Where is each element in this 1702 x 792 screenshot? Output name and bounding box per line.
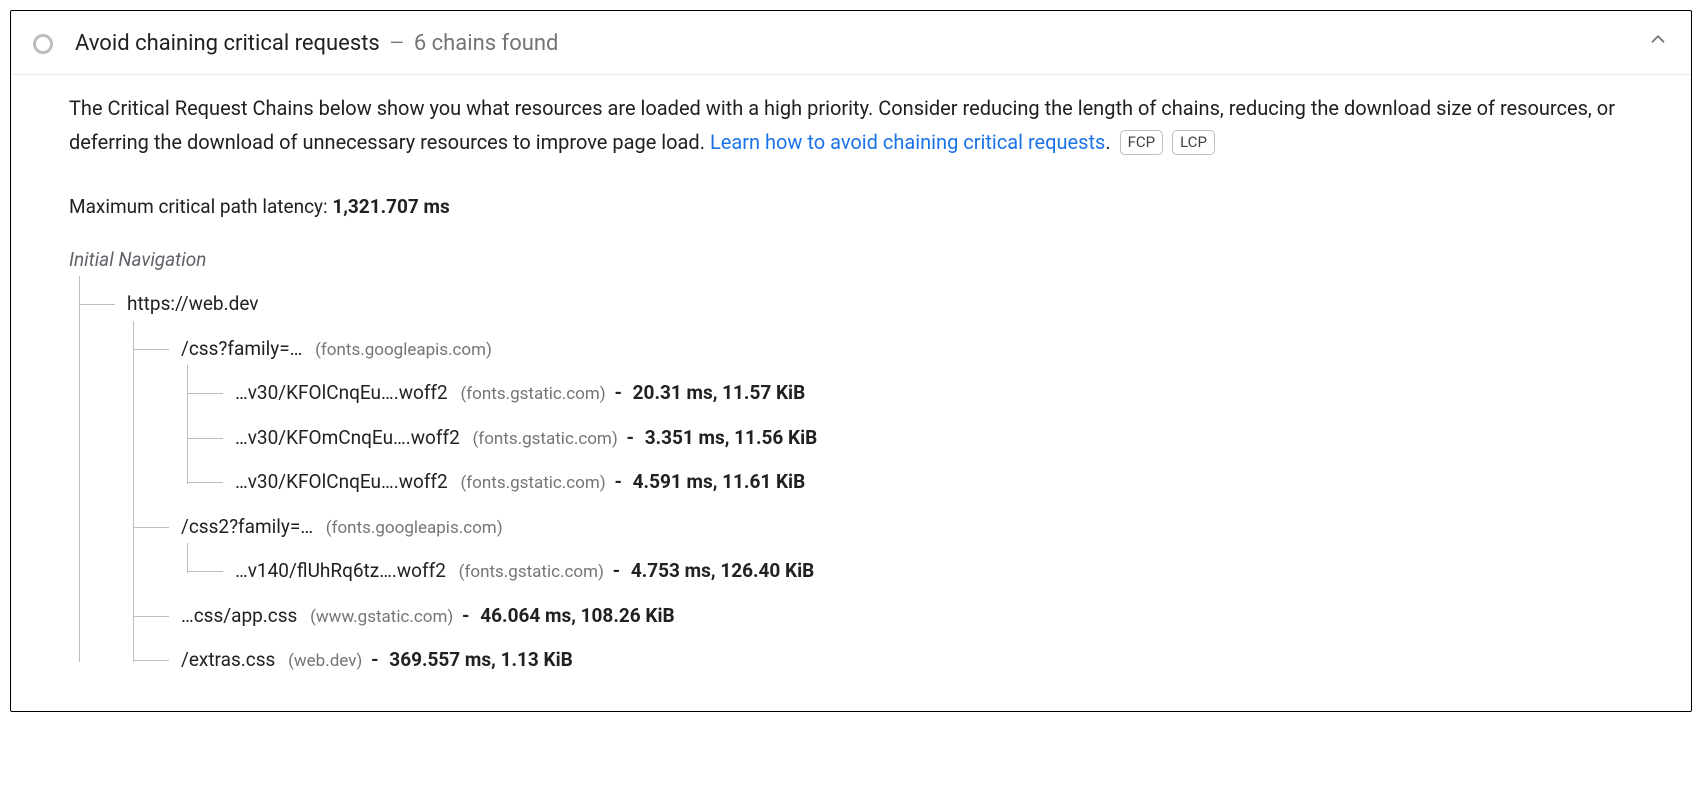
tree-host: (fonts.googleapis.com) bbox=[315, 340, 492, 360]
tree-path: …css/app.css bbox=[181, 604, 297, 627]
tree-row: …css/app.css (www.gstatic.com) - 46.064 … bbox=[133, 594, 1667, 639]
tree-host: (web.dev) bbox=[288, 651, 362, 671]
tree-host: (fonts.gstatic.com) bbox=[459, 562, 604, 582]
stats-dash: - bbox=[614, 470, 626, 493]
tree-path: https://web.dev bbox=[127, 292, 258, 315]
max-latency-label: Maximum critical path latency: bbox=[69, 195, 332, 218]
description-tail: . bbox=[1105, 130, 1110, 154]
tree-row: /css?family=… (fonts.googleapis.com) bbox=[133, 327, 1667, 372]
audit-body: The Critical Request Chains below show y… bbox=[11, 75, 1691, 711]
audit-description: The Critical Request Chains below show y… bbox=[69, 91, 1667, 159]
tree-row: /css2?family=… (fonts.googleapis.com) bbox=[133, 505, 1667, 550]
tree-path: …v30/KFOmCnqEu….woff2 bbox=[235, 426, 460, 449]
tree-stats: 4.591 ms, 11.61 KiB bbox=[633, 470, 806, 493]
stats-dash: - bbox=[626, 426, 638, 449]
chevron-up-icon[interactable] bbox=[1647, 28, 1669, 58]
tree-host: (www.gstatic.com) bbox=[310, 607, 453, 627]
tree-host: (fonts.gstatic.com) bbox=[460, 384, 605, 404]
title-separator: — bbox=[390, 30, 404, 57]
tree-host: (fonts.gstatic.com) bbox=[472, 429, 617, 449]
request-chain-tree: https://web.dev /css?family=… (fonts.goo… bbox=[69, 282, 1667, 683]
learn-more-link[interactable]: Learn how to avoid chaining critical req… bbox=[710, 130, 1105, 154]
max-latency: Maximum critical path latency: 1,321.707… bbox=[69, 193, 1667, 222]
tree-row: …v30/KFOlCnqEu….woff2 (fonts.gstatic.com… bbox=[187, 371, 1667, 416]
audit-title: Avoid chaining critical requests bbox=[75, 27, 380, 60]
metric-badge-fcp: FCP bbox=[1120, 130, 1164, 155]
stats-dash: - bbox=[614, 381, 626, 404]
tree-path: …v30/KFOlCnqEu….woff2 bbox=[235, 470, 448, 493]
max-latency-value: 1,321.707 ms bbox=[332, 195, 449, 218]
tree-path: …v30/KFOlCnqEu….woff2 bbox=[235, 381, 448, 404]
stats-dash: - bbox=[371, 648, 383, 671]
tree-row: …v140/flUhRq6tz….woff2 (fonts.gstatic.co… bbox=[187, 549, 1667, 594]
metric-badge-lcp: LCP bbox=[1172, 130, 1215, 155]
audit-panel: Avoid chaining critical requests — 6 cha… bbox=[10, 10, 1692, 712]
stats-dash: - bbox=[613, 559, 625, 582]
tree-stats: 3.351 ms, 11.56 KiB bbox=[645, 426, 818, 449]
stats-dash: - bbox=[462, 604, 474, 627]
tree-root-label: Initial Navigation bbox=[69, 246, 1667, 275]
audit-header[interactable]: Avoid chaining critical requests — 6 cha… bbox=[11, 11, 1691, 75]
tree-row: https://web.dev bbox=[79, 282, 1667, 327]
tree-host: (fonts.googleapis.com) bbox=[326, 518, 503, 538]
tree-host: (fonts.gstatic.com) bbox=[460, 473, 605, 493]
tree-path: /extras.css bbox=[181, 648, 275, 671]
tree-stats: 46.064 ms, 108.26 KiB bbox=[480, 604, 674, 627]
status-neutral-icon bbox=[33, 34, 53, 54]
tree-stats: 20.31 ms, 11.57 KiB bbox=[633, 381, 806, 404]
tree-path: /css2?family=… bbox=[181, 515, 313, 538]
tree-row: …v30/KFOmCnqEu….woff2 (fonts.gstatic.com… bbox=[187, 416, 1667, 461]
tree-row: /extras.css (web.dev) - 369.557 ms, 1.13… bbox=[133, 638, 1667, 683]
audit-summary: 6 chains found bbox=[414, 27, 559, 60]
tree-stats: 4.753 ms, 126.40 KiB bbox=[631, 559, 814, 582]
tree-stats: 369.557 ms, 1.13 KiB bbox=[389, 648, 572, 671]
tree-path: /css?family=… bbox=[181, 337, 302, 360]
tree-path: …v140/flUhRq6tz….woff2 bbox=[235, 559, 446, 582]
tree-row: …v30/KFOlCnqEu….woff2 (fonts.gstatic.com… bbox=[187, 460, 1667, 505]
